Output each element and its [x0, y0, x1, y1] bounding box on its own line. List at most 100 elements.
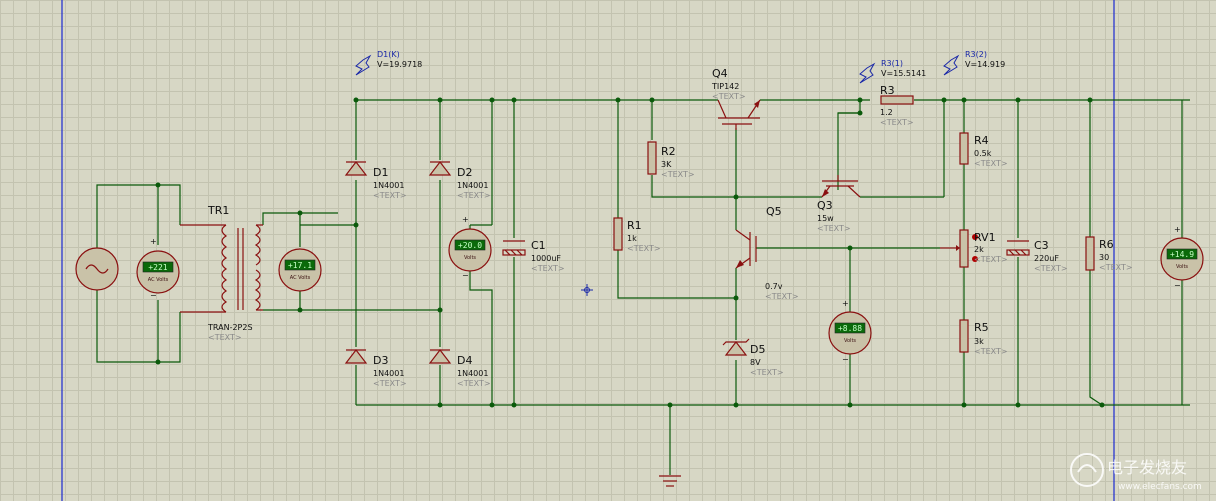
rv1-ref: RV1	[974, 231, 996, 244]
meter4-plus: +	[842, 299, 849, 308]
transistor-q5[interactable]: Q5 0.7v <TEXT>	[735, 205, 799, 301]
meter2-unit: AC Volts	[290, 275, 311, 281]
tr1-text: <TEXT>	[208, 333, 242, 342]
capacitor-c3[interactable]: C3 220uF <TEXT>	[1006, 239, 1068, 273]
meter3-minus: −	[462, 271, 469, 280]
d5-ref: D5	[750, 343, 765, 356]
d2-value: 1N4001	[457, 181, 488, 190]
r5-text: <TEXT>	[974, 347, 1008, 356]
resistor-r4[interactable]: R4 0.5k <TEXT>	[959, 132, 1008, 168]
meter5-unit: Volts	[1176, 264, 1188, 270]
d1-text: <TEXT>	[373, 191, 407, 200]
r4-ref: R4	[974, 134, 989, 147]
voltmeter-m2[interactable]: +17.1 AC Volts	[278, 248, 322, 292]
probe-d1k[interactable]: D1(K) V=19.9718	[355, 50, 422, 100]
ac-source[interactable]	[75, 247, 119, 291]
r2-ref: R2	[661, 145, 676, 158]
meter5-minus: −	[1174, 281, 1181, 290]
r1-ref: R1	[627, 219, 642, 232]
circuit-diagram[interactable]: TR1 TRAN-2P2S <TEXT> D1 1N4001 <TEXT> D2…	[0, 0, 1216, 501]
probe-d1k-name: D1(K)	[377, 50, 400, 59]
diode-d3[interactable]: D3 1N4001 <TEXT>	[344, 349, 407, 388]
meter4-reading: +8.88	[838, 324, 862, 333]
q3-ref: Q3	[817, 199, 833, 212]
meter1-unit: AC Volts	[148, 277, 169, 283]
crosshair-cursor-icon	[581, 284, 593, 296]
probe-r3-1-name: R3(1)	[881, 59, 903, 68]
q3-text: <TEXT>	[817, 224, 851, 233]
r2-text: <TEXT>	[661, 170, 695, 179]
q5-value: 0.7v	[765, 282, 783, 291]
resistor-r5[interactable]: R5 3k <TEXT>	[959, 319, 1008, 356]
meter3-reading: +20.0	[458, 241, 482, 250]
q5-ref: Q5	[766, 205, 782, 218]
d4-text: <TEXT>	[457, 379, 491, 388]
c3-text: <TEXT>	[1034, 264, 1068, 273]
resistor-r1[interactable]: R1 1k <TEXT>	[613, 217, 661, 253]
probe-d1k-voltage: V=19.9718	[377, 60, 422, 69]
r5-value: 3k	[974, 337, 984, 346]
r6-value: 30	[1099, 253, 1109, 262]
d3-value: 1N4001	[373, 369, 404, 378]
r5-ref: R5	[974, 321, 989, 334]
transformer-tr1[interactable]: TR1 TRAN-2P2S <TEXT>	[180, 204, 263, 342]
tr1-ref: TR1	[207, 204, 229, 217]
diode-d1[interactable]: D1 1N4001 <TEXT>	[344, 161, 407, 200]
c3-value: 220uF	[1034, 254, 1059, 263]
probe-r3-1[interactable]: R3(1) V=15.5141	[859, 59, 926, 84]
d3-text: <TEXT>	[373, 379, 407, 388]
transistor-q4[interactable]: Q4 TIP142 <TEXT>	[711, 67, 761, 130]
r4-value: 0.5k	[974, 149, 992, 158]
ground-symbol	[659, 475, 681, 487]
r3-ref: R3	[880, 84, 895, 97]
r3-value: 1.2	[880, 108, 893, 117]
probe-r3-2-voltage: V=14.919	[965, 60, 1005, 69]
meter1-reading: +221	[148, 263, 167, 272]
resistor-r3[interactable]: R3 1.2 <TEXT>	[880, 84, 914, 127]
d5-text: <TEXT>	[750, 368, 784, 377]
capacitor-c1[interactable]: C1 1000uF <TEXT>	[502, 239, 565, 273]
r3-text: <TEXT>	[880, 118, 914, 127]
meter5-plus: +	[1174, 225, 1181, 234]
d2-text: <TEXT>	[457, 191, 491, 200]
probe-r3-1-voltage: V=15.5141	[881, 69, 926, 78]
tr1-value: TRAN-2P2S	[207, 323, 253, 332]
meter3-plus: +	[462, 215, 469, 224]
q4-ref: Q4	[712, 67, 728, 80]
c1-ref: C1	[531, 239, 546, 252]
d1-ref: D1	[373, 166, 388, 179]
watermark-brand: 电子发烧友	[1107, 458, 1187, 477]
r6-text: <TEXT>	[1099, 263, 1133, 272]
d2-ref: D2	[457, 166, 472, 179]
q4-value: TIP142	[711, 82, 739, 91]
meter4-minus: −	[842, 355, 849, 364]
d4-ref: D4	[457, 354, 472, 367]
voltmeter-m1[interactable]: +221 AC Volts + −	[136, 237, 180, 300]
r1-value: 1k	[627, 234, 637, 243]
probe-r3-2[interactable]: R3(2) V=14.919	[943, 50, 1005, 76]
r4-text: <TEXT>	[974, 159, 1008, 168]
wires	[96, 99, 1190, 475]
resistor-r6[interactable]: R6 30 <TEXT>	[1085, 236, 1133, 272]
probe-r3-2-name: R3(2)	[965, 50, 987, 59]
c1-text: <TEXT>	[531, 264, 565, 273]
zener-diode-d5[interactable]: D5 8V <TEXT>	[722, 338, 784, 377]
watermark: 电子发烧友 www.elecfans.com	[1070, 453, 1202, 492]
d3-ref: D3	[373, 354, 388, 367]
meter1-minus: −	[150, 291, 157, 300]
watermark-site: www.elecfans.com	[1118, 482, 1202, 492]
meter3-unit: Volts	[464, 255, 476, 261]
potentiometer-rv1[interactable]: RV1 2k <TEXT>	[940, 229, 1008, 268]
diode-d4[interactable]: D4 1N4001 <TEXT>	[428, 349, 491, 388]
meter5-reading: +14.9	[1170, 250, 1194, 259]
q5-text: <TEXT>	[765, 292, 799, 301]
d4-value: 1N4001	[457, 369, 488, 378]
q3-value: 15w	[817, 214, 834, 223]
c3-ref: C3	[1034, 239, 1049, 252]
d5-value: 8V	[750, 358, 761, 367]
r1-text: <TEXT>	[627, 244, 661, 253]
r6-ref: R6	[1099, 238, 1114, 251]
resistor-r2[interactable]: R2 3K <TEXT>	[647, 141, 695, 179]
c1-value: 1000uF	[531, 254, 561, 263]
diode-d2[interactable]: D2 1N4001 <TEXT>	[428, 161, 491, 200]
